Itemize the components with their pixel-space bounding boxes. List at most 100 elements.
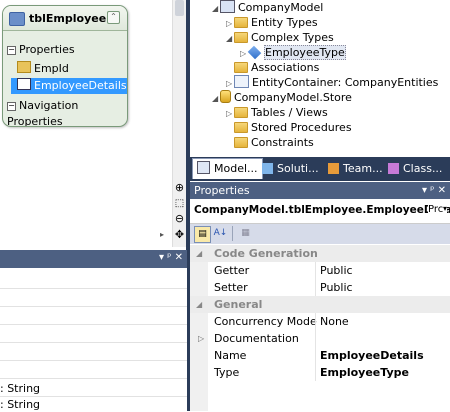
property-name: Concurrency Mode	[214, 315, 317, 328]
mapping-row[interactable]: : String	[0, 382, 40, 396]
tab-team-explorer[interactable]: Team...	[324, 159, 387, 179]
navigation-section[interactable]: − Navigation Properties	[7, 98, 127, 126]
property-value[interactable]: EmployeeType	[320, 364, 409, 381]
folder-icon	[234, 137, 248, 148]
entity-prop-employeedetails[interactable]: EmployeeDetails	[11, 78, 127, 94]
property-value[interactable]: EmployeeDetails	[320, 347, 424, 364]
property-row-name[interactable]: Name EmployeeDetails	[190, 347, 450, 364]
tree-node-companymodel[interactable]: ◢ CompanyModel	[212, 0, 323, 15]
folder-icon	[234, 62, 248, 73]
expand-triangle-icon[interactable]: ▷	[198, 330, 204, 347]
property-row-concurrency-mode[interactable]: Concurrency Mode None	[190, 313, 450, 330]
scroll-thumb[interactable]	[175, 0, 184, 16]
property-value[interactable]: None	[320, 313, 349, 330]
key-icon	[17, 61, 31, 73]
property-grid[interactable]: ◢ Code Generation Getter Public Setter Publ…	[190, 245, 450, 411]
collapse-triangle-icon[interactable]: ◢	[196, 245, 202, 262]
entity-title: tblEmployee	[29, 12, 107, 25]
mapping-row[interactable]: : String	[0, 398, 40, 412]
zoom-fit-icon[interactable]: ⬚	[173, 197, 186, 210]
zoom-in-icon[interactable]: ⊕	[173, 181, 186, 194]
solution-explorer-icon	[262, 163, 273, 174]
tree-label: EntityContainer: CompanyEntities	[252, 76, 439, 89]
properties-section[interactable]: − Properties	[7, 42, 75, 58]
designer-vertical-scrollbar[interactable]: ⊕ ⬚ ⊖ ✥	[172, 0, 186, 247]
tree-node-associations[interactable]: Associations	[234, 60, 319, 75]
tree-label: CompanyModel.Store	[234, 91, 352, 104]
properties-title-bar[interactable]: Properties ▾ ᵖ ✕	[190, 182, 450, 199]
collapse-icon[interactable]: ⌃	[107, 11, 120, 24]
tab-label: Class...	[403, 162, 443, 175]
collapse-triangle-icon[interactable]: ◢	[196, 296, 202, 313]
model-browser-tree[interactable]: ◢ CompanyModel ▷ Entity Types ◢ Complex Typ…	[190, 0, 450, 150]
designer-canvas[interactable]: tblEmployee ⌃ − Properties EmpId Employee…	[0, 0, 172, 247]
tree-node-constraints[interactable]: Constraints	[234, 135, 314, 150]
category-label: General	[214, 298, 263, 311]
tab-label: Model...	[214, 162, 258, 175]
property-name: Name	[214, 349, 247, 362]
team-explorer-icon	[328, 163, 339, 174]
model-browser-icon	[197, 161, 210, 174]
categorized-icon[interactable]: ▤	[194, 226, 211, 243]
properties-title: Properties	[194, 184, 250, 197]
tree-label: Stored Procedures	[251, 121, 352, 134]
zoom-out-icon[interactable]: ⊖	[173, 212, 186, 225]
property-row-documentation[interactable]: ▷ Documentation	[190, 330, 450, 347]
navigation-section-label: Navigation Properties	[7, 99, 79, 127]
scroll-right-icon[interactable]: ▸	[160, 230, 164, 239]
tree-node-tables-views[interactable]: ▷ Tables / Views	[226, 105, 328, 120]
folder-icon	[234, 17, 248, 28]
tree-node-entity-types[interactable]: ▷ Entity Types	[226, 15, 318, 30]
prop-label: EmployeeDetails	[34, 79, 127, 92]
tab-label: Soluti...	[277, 162, 319, 175]
database-icon	[220, 90, 231, 103]
tree-node-complex-types[interactable]: ◢ Complex Types	[226, 30, 334, 45]
mapping-details-title-bar[interactable]: ▾ ᵖ ✕	[0, 250, 187, 268]
entity-prop-empid[interactable]: EmpId	[17, 61, 69, 77]
collapse-toggle-icon[interactable]: −	[7, 101, 16, 111]
property-row-getter[interactable]: Getter Public	[190, 262, 450, 279]
tree-label: Constraints	[251, 136, 314, 149]
tree-label: Tables / Views	[251, 106, 328, 119]
collapse-toggle-icon[interactable]: −	[7, 45, 16, 55]
selected-object: CompanyModel.tblEmployee.EmployeeDetails	[194, 204, 450, 216]
pan-icon[interactable]: ✥	[173, 228, 186, 241]
tree-label: Complex Types	[251, 31, 334, 44]
prop-label: EmpId	[34, 62, 69, 75]
tree-node-entitycontainer[interactable]: ▷ EntityContainer: CompanyEntities	[226, 75, 438, 90]
window-controls[interactable]: ▾ ᵖ ✕	[159, 252, 183, 263]
alphabetical-icon[interactable]: A↓	[213, 226, 228, 241]
tab-model-browser[interactable]: Model...	[192, 158, 263, 179]
category-general[interactable]: ◢ General	[190, 296, 450, 313]
properties-section-label: Properties	[19, 43, 75, 56]
chevron-down-icon[interactable]: ▾	[442, 204, 447, 213]
property-pages-icon[interactable]: ▦	[238, 226, 253, 241]
tab-label: Team...	[343, 162, 383, 175]
entity-icon	[9, 12, 25, 26]
mapping-details-body[interactable]: : String : String	[0, 268, 187, 411]
tree-node-companymodel-store[interactable]: ◢ CompanyModel.Store	[212, 90, 352, 105]
category-label: Code Generation	[214, 247, 318, 260]
tab-class-view[interactable]: Class...	[384, 159, 446, 179]
category-code-generation[interactable]: ◢ Code Generation	[190, 245, 450, 262]
property-row-type[interactable]: Type EmployeeType	[190, 364, 450, 381]
complex-property-icon	[17, 78, 31, 90]
complex-type-icon	[247, 45, 262, 60]
window-controls[interactable]: ▾ ᵖ ✕	[422, 182, 446, 199]
property-row-setter[interactable]: Setter Public	[190, 279, 450, 296]
entity-container-icon	[234, 75, 249, 88]
tree-label: CompanyModel	[238, 1, 324, 14]
property-value[interactable]: Public	[320, 262, 353, 279]
object-selector[interactable]: CompanyModel.tblEmployee.EmployeeDetails…	[190, 199, 450, 224]
model-icon	[220, 0, 235, 13]
properties-toolbar: ▤ A↓ ▦	[190, 224, 450, 244]
property-name: Setter	[214, 281, 248, 294]
tree-label: Entity Types	[251, 16, 318, 29]
property-name: Getter	[214, 264, 250, 277]
property-value[interactable]: Public	[320, 279, 353, 296]
tree-label: Associations	[251, 61, 320, 74]
tree-node-employeetype[interactable]: ▷ EmployeeType	[240, 45, 346, 60]
tree-node-stored-procedures[interactable]: Stored Procedures	[234, 120, 352, 135]
tab-solution-explorer[interactable]: Soluti...	[258, 159, 323, 179]
entity-shape-tblEmployee[interactable]: tblEmployee ⌃ − Properties EmpId Employee…	[2, 5, 128, 127]
